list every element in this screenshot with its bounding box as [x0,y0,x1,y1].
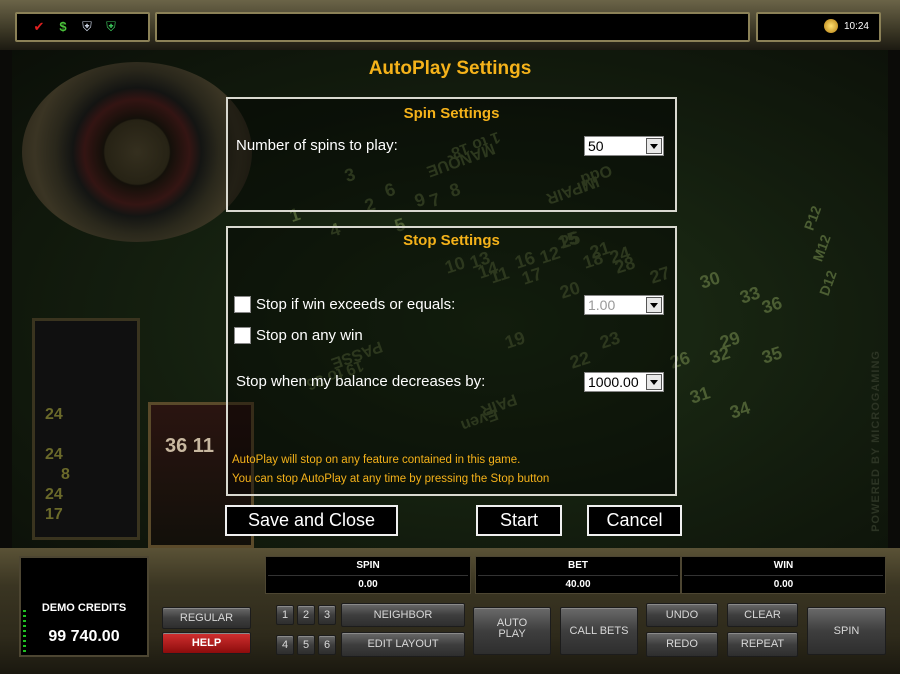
table-number: 35 [759,342,785,368]
dollar-icon[interactable]: $ [55,19,71,35]
bet-stat-header: BET [568,560,588,571]
balance-value: 1000.00 [588,374,639,390]
chevron-down-icon[interactable] [646,138,662,154]
table-number: 34 [727,397,753,423]
undo-button[interactable]: UNDO [646,603,718,627]
message-bar [155,12,750,42]
divider [478,575,678,576]
win-exceeds-select[interactable]: 1.00 [584,295,664,315]
history-number: 8 [61,466,70,483]
chevron-down-icon[interactable] [646,297,662,313]
stop-settings-title: Stop Settings [403,232,500,249]
clock: 10:24 [843,21,869,32]
spins-label: Number of spins to play: [236,137,398,154]
divider [268,575,468,576]
any-win-label: Stop on any win [256,327,363,344]
history-number: 24 [45,486,63,503]
table-number: 36 [759,292,785,318]
edit-layout-button[interactable]: EDIT LAYOUT [341,632,465,657]
shield-plus-icon[interactable]: ⛨ [103,19,119,35]
neighbor-3-button[interactable]: 3 [318,605,336,625]
result-wheel-numbers: 36 11 [165,435,214,457]
autoplay-label-line2: PLAY [498,628,526,640]
neighbor-2-button[interactable]: 2 [297,605,315,625]
spin-stat-value: 0.00 [358,579,378,590]
clock-panel: 10:24 [756,12,881,42]
call-bets-button[interactable]: CALL BETS [560,607,638,655]
balance-select[interactable]: 1000.00 [584,372,664,392]
status-icons-panel: ✔ $ ⛨ ⛨ [15,12,150,42]
neighbor-1-button[interactable]: 1 [276,605,294,625]
spin-stat-header: SPIN [356,560,380,571]
repeat-button[interactable]: REPEAT [727,632,798,657]
spin-stat: SPIN 0.00 [265,556,471,594]
help-button[interactable]: HELP [162,632,251,654]
clear-button[interactable]: CLEAR [727,603,798,627]
history-number: 17 [45,506,63,523]
bet-stat-value: 40.00 [565,579,591,590]
win-exceeds-label: Stop if win exceeds or equals: [256,296,456,313]
neighbor-5-button[interactable]: 5 [297,635,315,655]
history-number: 24 [45,406,63,423]
neighbor-6-button[interactable]: 6 [318,635,336,655]
dozen-label: M12 [809,232,834,264]
regular-button[interactable]: REGULAR [162,607,251,629]
redo-button[interactable]: REDO [646,632,718,657]
spin-settings-panel: Spin Settings Number of spins to play: 5… [226,97,677,212]
chevron-down-icon[interactable] [646,374,662,390]
start-button[interactable]: Start [476,505,562,536]
win-stat-header: WIN [773,560,794,571]
win-exceeds-checkbox[interactable] [234,296,251,313]
win-exceeds-value: 1.00 [588,297,616,313]
win-stat: WIN 0.00 [681,556,886,594]
dozen-label: D12 [815,268,840,298]
checkmark-icon[interactable]: ✔ [31,19,47,35]
any-win-checkbox[interactable] [234,327,251,344]
credits-panel: DEMO CREDITS 99 740.00 [19,556,149,657]
stop-settings-panel: Stop Settings Stop if win exceeds or equ… [226,226,677,496]
neighbor-button[interactable]: NEIGHBOR [341,603,465,627]
cancel-button[interactable]: Cancel [587,505,682,536]
dozen-label: P12 [800,203,825,233]
bet-stat: BET 40.00 [475,556,681,594]
autoplay-note-line1: AutoPlay will stop on any feature contai… [232,454,521,466]
spin-settings-title: Spin Settings [403,105,500,122]
table-number: 30 [697,267,723,293]
credits-value: 99 740.00 [48,628,120,645]
divider [684,575,883,576]
neighbor-4-button[interactable]: 4 [276,635,294,655]
save-and-close-button[interactable]: Save and Close [225,505,398,536]
table-number: 33 [737,282,763,308]
credits-label: DEMO CREDITS [41,602,127,614]
spins-select[interactable]: 50 [584,136,664,156]
history-number: 24 [45,446,63,463]
roulette-wheel [22,62,252,242]
table-number: 31 [687,382,713,408]
number-history-board: 24 24 8 24 17 [32,318,140,540]
brand-watermark: POWERED BY MICROGAMING [870,350,882,532]
dialog-title: AutoPlay Settings [368,58,532,79]
top-bar: ✔ $ ⛨ ⛨ 10:24 [0,0,900,50]
spins-value: 50 [588,138,604,154]
coins-icon [824,19,838,33]
autoplay-note-line2: You can stop AutoPlay at any time by pre… [232,473,550,485]
spin-button[interactable]: SPIN [807,607,886,655]
balance-label: Stop when my balance decreases by: [236,373,486,390]
shield-icon[interactable]: ⛨ [79,19,95,35]
autoplay-button[interactable]: AUTO PLAY [473,607,551,655]
win-stat-value: 0.00 [773,579,794,590]
